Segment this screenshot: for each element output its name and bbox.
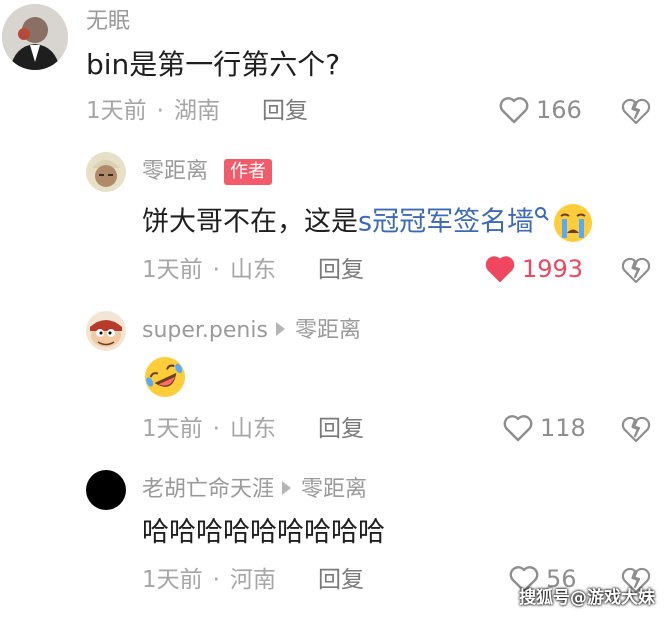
comment-time: 1天前 [142,416,203,442]
like-count: 1993 [522,255,584,283]
watermark: 搜狐号@游戏大妹 [519,588,655,608]
avatar[interactable] [86,311,126,351]
comment-meta: 1天前 · 山东 [142,256,276,284]
rolling-laughing-emoji-icon [145,357,185,397]
comment-time: 1天前 [86,98,147,124]
username: super.penis 零距离 [142,318,361,344]
reply-button[interactable]: 回复 [318,566,364,594]
comment-meta: 1天前 · 河南 [142,566,276,594]
comment-location: 河南 [229,567,276,593]
dislike-broken-heart-icon[interactable] [621,255,651,285]
dislike-broken-heart-icon[interactable] [621,96,651,126]
search-keyword-link[interactable]: s冠冠军签名墙 [358,207,534,238]
comment-text [142,354,188,400]
heart-outline-icon [499,97,529,124]
reply-to-username[interactable]: 零距离 [301,477,367,502]
comment-text: 饼大哥不在，这是s冠冠军签名墙 [142,202,594,244]
dislike-broken-heart-icon[interactable] [621,414,651,444]
reply-arrow-icon [282,481,292,495]
username: 老胡亡命天涯 零距离 [142,477,367,503]
black-circle-avatar[interactable] [86,470,126,510]
separator-dot: · [212,567,220,593]
separator-dot: · [156,98,164,124]
username-link[interactable]: super.penis [142,318,268,343]
username[interactable]: 零距离 [142,159,208,185]
like-button[interactable]: 1993 [484,254,583,284]
separator-dot: · [212,257,220,283]
comment-location: 山东 [229,416,276,442]
face-photo-avatar-icon [86,152,126,192]
author-badge: 作者 [224,159,272,185]
reply-arrow-icon [275,322,285,336]
search-icon[interactable] [534,206,550,222]
tuxedo-man-avatar-icon [2,4,68,70]
comment-location: 山东 [229,257,276,283]
avatar[interactable] [86,152,126,192]
reply-button[interactable]: 回复 [262,97,308,125]
like-button[interactable]: 166 [498,95,582,125]
comment-text: bin是第一行第六个? [86,48,341,81]
comment-location: 湖南 [173,98,220,124]
username-link[interactable]: 老胡亡命天涯 [142,477,274,502]
separator-dot: · [212,416,220,442]
heart-outline-icon [503,415,533,442]
comment-meta: 1天前 · 湖南 [86,97,220,125]
reply-to-username[interactable]: 零距离 [295,318,361,343]
comment-text-prefix: 饼大哥不在，这是 [142,206,358,238]
comment-time: 1天前 [142,567,203,593]
comment-text: 哈哈哈哈哈哈哈哈哈 [142,517,385,548]
like-count: 166 [536,96,582,124]
loudly-crying-face-emoji-icon [554,204,593,242]
reply-button[interactable]: 回复 [318,256,364,284]
avatar[interactable] [2,4,68,70]
comment-meta: 1天前 · 山东 [142,415,276,443]
username[interactable]: 无眠 [86,9,130,35]
heart-filled-icon [485,256,515,282]
like-button[interactable]: 118 [502,413,586,443]
cartoon-character-avatar-icon [86,311,126,351]
like-count: 118 [540,414,586,442]
comment-time: 1天前 [142,257,203,283]
reply-button[interactable]: 回复 [318,415,364,443]
